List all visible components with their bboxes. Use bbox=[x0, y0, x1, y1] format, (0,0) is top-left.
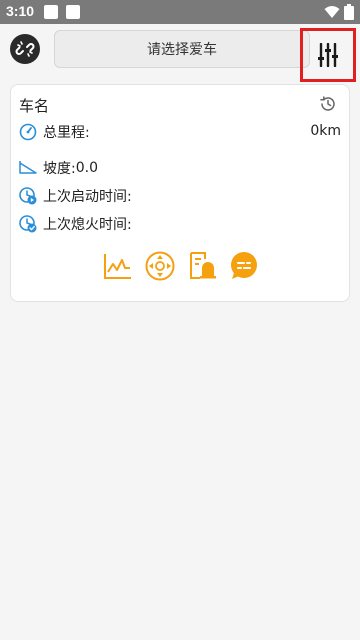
trend-chart-button[interactable] bbox=[103, 251, 133, 281]
notification-icon bbox=[66, 5, 80, 19]
message-icon bbox=[231, 252, 257, 279]
notification-icon bbox=[44, 5, 58, 19]
slope-label: 坡度: bbox=[43, 161, 76, 177]
clock-check-icon bbox=[19, 215, 37, 233]
mileage-row: 总里程: bbox=[19, 121, 90, 143]
status-bar: 3:10 bbox=[0, 0, 360, 24]
wifi-icon bbox=[324, 6, 340, 18]
direction-control-button[interactable] bbox=[145, 251, 175, 281]
vehicle-info-card: 车名 总里程: 0km 坡度: 0.0 上次启动时间: 上次熄火时间: bbox=[10, 84, 350, 302]
unlink-button[interactable] bbox=[10, 34, 40, 64]
alarm-record-button[interactable] bbox=[187, 251, 217, 281]
slope-icon bbox=[19, 161, 37, 174]
last-stop-label: 上次熄火时间: bbox=[43, 217, 132, 233]
direction-pad-icon bbox=[145, 251, 175, 281]
last-stop-row: 上次熄火时间: bbox=[19, 213, 132, 235]
mileage-value: 0km bbox=[310, 123, 341, 139]
alarm-icon bbox=[190, 252, 216, 279]
last-start-label: 上次启动时间: bbox=[43, 189, 132, 205]
car-select-button[interactable]: 请选择爱车 bbox=[54, 30, 310, 68]
message-button[interactable] bbox=[229, 251, 259, 281]
history-icon[interactable] bbox=[319, 95, 337, 113]
car-select-label: 请选择爱车 bbox=[147, 42, 217, 58]
mileage-label: 总里程: bbox=[43, 125, 90, 141]
last-start-row: 上次启动时间: bbox=[19, 185, 132, 207]
slope-row: 坡度: 0.0 bbox=[19, 157, 98, 179]
sliders-icon bbox=[318, 43, 338, 67]
settings-button[interactable] bbox=[300, 28, 356, 82]
slope-value: 0.0 bbox=[75, 160, 98, 176]
status-icons bbox=[324, 4, 354, 20]
chart-line-icon bbox=[104, 254, 131, 279]
battery-icon bbox=[344, 4, 354, 20]
clock-play-icon bbox=[19, 187, 37, 205]
car-name-label: 车名 bbox=[19, 97, 50, 115]
status-time: 3:10 bbox=[6, 3, 35, 19]
unlink-icon bbox=[15, 41, 35, 57]
speedometer-icon bbox=[19, 123, 37, 141]
action-bar bbox=[103, 251, 259, 281]
